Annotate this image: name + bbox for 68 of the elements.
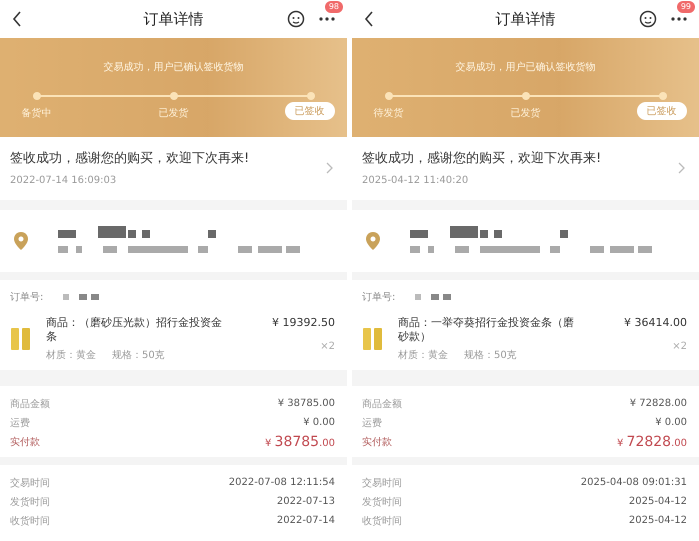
step-label: 备货中: [22, 106, 52, 120]
order-number-label: 订单号:: [10, 290, 44, 304]
time-value: 2025-04-12: [628, 515, 687, 526]
time-value: 2022-07-14: [276, 515, 335, 526]
redacted-number-drawing: [63, 294, 100, 300]
step-label: 已发货: [510, 107, 540, 120]
product-quantity: ×2: [320, 341, 335, 352]
step-label: 已签收: [636, 102, 686, 120]
order-number-label: 订单号:: [362, 290, 396, 304]
product-spec: 规格：50克: [464, 348, 517, 362]
notification-badge: 99: [676, 1, 695, 13]
amount-value: ¥ 0.00: [655, 417, 687, 428]
time-label: 交易时间: [362, 476, 402, 490]
more-icon[interactable]: [671, 17, 687, 21]
product-name: 商品：（磨砂压光款）招行金投资金条: [46, 316, 223, 344]
product-material: 材质：黄金: [46, 348, 96, 362]
ingot-icon: [362, 326, 384, 352]
total-amount: ¥ 38785.00: [265, 434, 335, 450]
step-label: 待发货: [374, 106, 404, 120]
product-name: 商品：一举夺葵招行金投资金条（磨砂款）: [398, 316, 575, 344]
chevron-right-icon: [678, 162, 685, 174]
total-amount: ¥ 72828.00: [617, 434, 687, 450]
time-label: 收货时间: [362, 514, 402, 528]
amount-label: 商品金额: [10, 398, 50, 410]
amount-label: 运费: [362, 416, 382, 430]
time-label: 收货时间: [10, 514, 50, 528]
product-spec: 规格：50克: [112, 348, 165, 362]
amount-value: ¥ 0.00: [303, 417, 335, 428]
step-label: 已发货: [158, 107, 188, 120]
notice-row[interactable]: 签收成功，感谢您的购买，欢迎下次再来! 2025-04-12 11:40:20: [352, 137, 699, 200]
notice-time: 2022-07-14 16:09:03: [10, 175, 118, 186]
time-label: 交易时间: [10, 476, 50, 490]
ingot-icon: [10, 326, 32, 352]
step-label: 已签收: [284, 102, 334, 120]
amount-value: ¥ 38785.00: [278, 398, 335, 409]
time-value: 2025-04-12: [628, 496, 687, 507]
amount-label: 运费: [10, 416, 30, 430]
smiley-icon[interactable]: [287, 10, 305, 28]
notice-text: 签收成功，感谢您的购买，欢迎下次再来!: [10, 150, 250, 167]
page-title: 订单详情: [144, 10, 204, 28]
location-pin-icon: [14, 232, 28, 250]
notice-row[interactable]: 签收成功，感谢您的购买，欢迎下次再来! 2022-07-14 16:09:03: [0, 137, 347, 200]
product-price: ¥ 19392.50: [272, 316, 335, 329]
status-message: 交易成功，用户已确认签收货物: [104, 60, 244, 74]
amount-value: ¥ 72828.00: [630, 398, 687, 409]
time-value: 2022-07-08 12:11:54: [228, 477, 335, 488]
page-title: 订单详情: [496, 10, 556, 28]
amount-label: 商品金额: [362, 398, 402, 410]
time-label: 发货时间: [362, 496, 402, 508]
product-material: 材质：黄金: [398, 348, 448, 362]
smiley-icon[interactable]: [639, 10, 657, 28]
notification-badge: 98: [324, 1, 343, 13]
time-value: 2022-07-13: [276, 496, 335, 507]
redacted-number-drawing: [415, 294, 452, 300]
back-icon[interactable]: [364, 11, 374, 27]
notice-text: 签收成功，感谢您的购买，欢迎下次再来!: [362, 150, 602, 167]
product-price: ¥ 36414.00: [624, 316, 687, 329]
product-quantity: ×2: [672, 341, 687, 352]
notice-time: 2025-04-12 11:40:20: [362, 175, 470, 186]
status-message: 交易成功，用户已确认签收货物: [456, 60, 596, 74]
more-icon[interactable]: [319, 17, 335, 21]
back-icon[interactable]: [12, 11, 22, 27]
total-label: 实付款: [10, 436, 40, 448]
location-pin-icon: [366, 232, 380, 250]
time-label: 发货时间: [10, 496, 50, 508]
total-label: 实付款: [362, 436, 392, 448]
chevron-right-icon: [326, 162, 333, 174]
time-value: 2025-04-08 09:01:31: [580, 477, 687, 488]
